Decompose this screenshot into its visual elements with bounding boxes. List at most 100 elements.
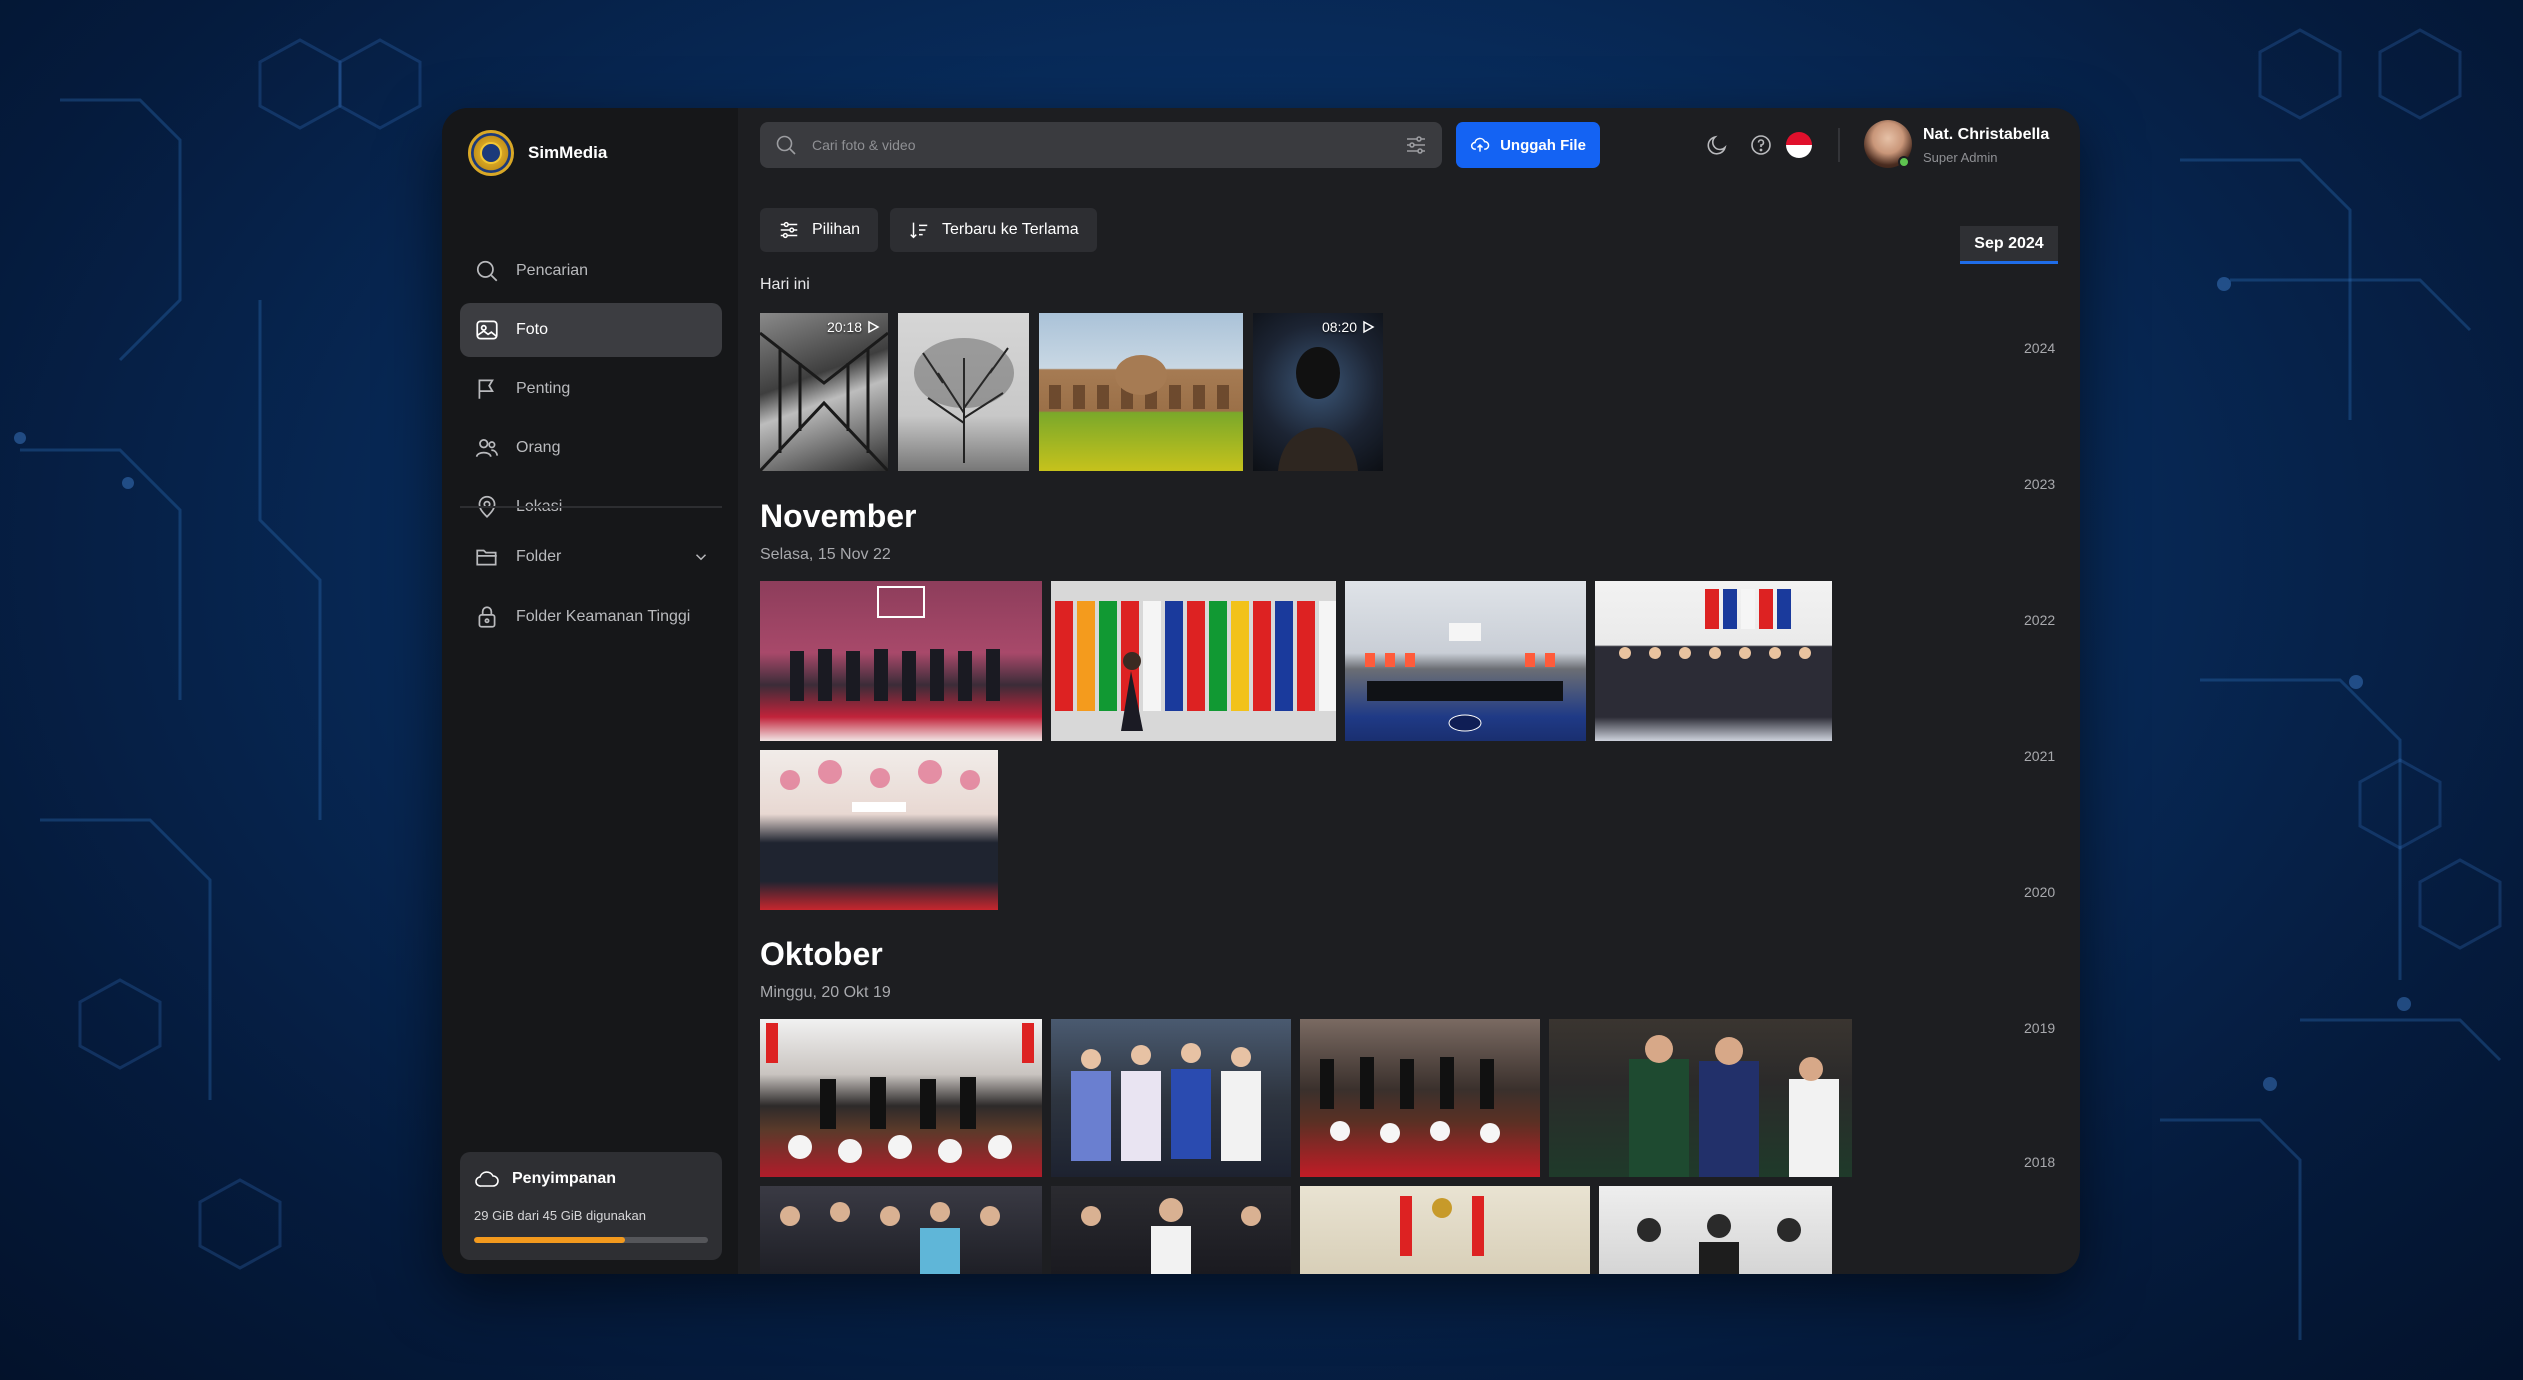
bridge-photo [760, 331, 888, 471]
search-icon [776, 135, 796, 155]
section-today-label: Hari ini [760, 276, 810, 293]
month-title-november: November [760, 498, 917, 534]
help-circle-icon [1751, 135, 1771, 155]
sidebar-item-label: Orang [516, 439, 561, 456]
photo-icon [476, 320, 498, 340]
photo-thumbnail[interactable] [898, 313, 1029, 471]
help-button[interactable] [1746, 130, 1776, 160]
sidebar-item-orang[interactable]: Orang [460, 421, 722, 475]
crowd-photo-1 [780, 1202, 1000, 1274]
year-marker[interactable]: 2022 [2024, 612, 2055, 628]
photo-thumbnail[interactable] [1345, 581, 1586, 741]
photo-thumbnail[interactable] [1051, 1186, 1291, 1274]
sidebar-item-pencarian[interactable]: Pencarian [460, 244, 722, 298]
chevron-down-icon[interactable] [692, 548, 710, 566]
video-duration: 20:18 [827, 319, 880, 335]
current-date-chip[interactable]: Sep 2024 [1960, 226, 2058, 264]
search-input[interactable] [812, 137, 1390, 153]
sidebar-item-label: Penting [516, 380, 571, 397]
brand[interactable]: SimMedia [468, 124, 607, 182]
sidebar-nav: Pencarian Foto Penting Orang Lokasi [460, 244, 722, 539]
options-button[interactable]: Pilihan [760, 208, 879, 252]
sidebar-item-foto[interactable]: Foto [460, 303, 722, 357]
inauguration-photo-2 [1071, 1043, 1261, 1161]
language-flag-icon[interactable] [1786, 132, 1812, 158]
sidebar: SimMedia Pencarian Foto Penting Orang Lo… [442, 108, 738, 1274]
hooded-figure-photo [1278, 347, 1358, 471]
crowd-photo-2 [1081, 1198, 1261, 1274]
month-title-oktober: Oktober [760, 936, 883, 972]
moon-icon [1707, 135, 1727, 155]
app-window: SimMedia Pencarian Foto Penting Orang Lo… [442, 108, 2080, 1274]
topbar-divider [1838, 128, 1840, 162]
brand-logo-icon [468, 130, 514, 176]
storage-title: Penyimpanan [512, 1170, 617, 1187]
lock-icon [478, 606, 496, 628]
photo-thumbnail[interactable] [760, 581, 1042, 741]
photo-thumbnail[interactable] [1039, 313, 1243, 471]
flags-walk-photo [1055, 601, 1336, 731]
sort-button[interactable]: Terbaru ke Terlama [890, 208, 1097, 252]
photo-thumbnail[interactable]: 08:20 [1253, 313, 1383, 471]
sliders-icon [780, 221, 798, 239]
photo-thumbnail[interactable] [1599, 1186, 1832, 1274]
photo-thumbnail[interactable] [1300, 1019, 1540, 1177]
upload-cloud-icon [1471, 137, 1490, 152]
brand-name: SimMedia [528, 143, 608, 162]
tree-photo [914, 338, 1014, 463]
dark-mode-toggle[interactable] [1702, 130, 1732, 160]
inauguration-photo-1 [766, 1023, 1034, 1163]
secure-folder-label: Folder Keamanan Tinggi [516, 608, 691, 625]
year-marker[interactable]: 2021 [2024, 748, 2055, 764]
osaka-summit-photo [780, 760, 980, 812]
bilateral-meeting-photo [1400, 1196, 1484, 1256]
cloud-icon [475, 1171, 499, 1187]
folder-icon [476, 549, 497, 566]
day-subtitle-oktober: Minggu, 20 Okt 19 [760, 984, 891, 1001]
online-status-dot [1898, 156, 1910, 168]
year-marker[interactable]: 2018 [2024, 1154, 2055, 1170]
upload-file-button[interactable]: Unggah File [1456, 122, 1600, 168]
sidebar-item-folder[interactable]: Folder [460, 530, 722, 584]
press-photo [1637, 1214, 1801, 1274]
storage-progress-bar [474, 1237, 708, 1243]
sidebar-item-folder-keamanan[interactable]: Folder Keamanan Tinggi [460, 590, 722, 644]
people-icon [475, 439, 499, 457]
year-marker[interactable]: 2024 [2024, 340, 2055, 356]
year-marker[interactable]: 2023 [2024, 476, 2055, 492]
photo-thumbnail[interactable] [1051, 1019, 1291, 1177]
photo-thumbnail[interactable] [760, 750, 998, 910]
sort-label: Terbaru ke Terlama [942, 221, 1079, 238]
filter-sliders-icon[interactable] [1404, 133, 1428, 157]
play-icon [868, 320, 880, 334]
play-icon [1363, 320, 1375, 334]
user-role: Super Admin [1923, 150, 1998, 165]
photo-thumbnail[interactable] [1595, 581, 1832, 741]
inauguration-photo-4 [1629, 1035, 1839, 1177]
search-icon [476, 260, 498, 282]
upload-file-label: Unggah File [1500, 136, 1586, 154]
photo-thumbnail[interactable] [760, 1186, 1042, 1274]
video-duration: 08:20 [1322, 319, 1375, 335]
photo-thumbnail[interactable] [1051, 581, 1336, 741]
photo-thumbnail[interactable] [760, 1019, 1042, 1177]
photo-thumbnail[interactable] [1549, 1019, 1852, 1177]
group-photo-hall [1365, 623, 1563, 732]
sidebar-item-label: Foto [516, 321, 549, 338]
year-marker[interactable]: 2020 [2024, 884, 2055, 900]
palace-photo [1049, 355, 1229, 409]
sidebar-divider [460, 506, 722, 508]
folder-label: Folder [516, 548, 562, 565]
sidebar-item-label: Pencarian [516, 262, 589, 279]
sort-icon [910, 222, 928, 239]
g20-stage-photo [790, 586, 1000, 701]
user-name[interactable]: Nat. Christabella [1923, 126, 2049, 144]
sidebar-item-penting[interactable]: Penting [460, 362, 722, 416]
photo-thumbnail[interactable]: 20:18 [760, 313, 888, 471]
storage-card[interactable]: Penyimpanan 29 GiB dari 45 GiB digunakan [460, 1152, 722, 1260]
year-marker[interactable]: 2019 [2024, 1020, 2055, 1036]
flag-icon [478, 379, 494, 399]
g20-osaka-photo [1619, 589, 1811, 659]
photo-thumbnail[interactable] [1300, 1186, 1590, 1274]
options-label: Pilihan [812, 221, 861, 238]
